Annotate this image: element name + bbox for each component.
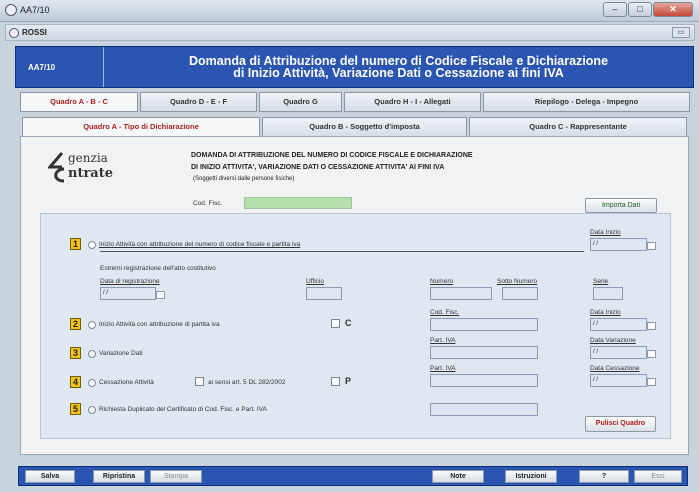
save-button[interactable]: Salva (25, 470, 75, 483)
logo-mark-icon (48, 152, 65, 183)
sottonumero-label: Sotto Numero (497, 278, 538, 285)
instructions-button[interactable]: Istruzioni (505, 470, 557, 483)
doc-subtitle: (Soggetti diversi dalle persone fisiche) (193, 176, 295, 182)
calendar-icon[interactable] (156, 291, 165, 299)
exit-button[interactable]: Esci (634, 470, 682, 483)
section-3-label: Variazione Dati (99, 350, 143, 357)
codfisc-field[interactable] (244, 197, 352, 209)
section-3-radio[interactable] (88, 350, 96, 358)
restore-button[interactable]: Ripristina (93, 470, 145, 483)
section-2-checkbox-label: C (345, 318, 352, 328)
window-titlebar: AA7/10 – □ ✕ (0, 0, 699, 22)
section-2-label: Inizio Attività con attribuzione di part… (99, 321, 220, 328)
section-2-checkbox[interactable] (331, 319, 340, 328)
logo-text-line1: genzia (68, 151, 108, 165)
subtab-quadro-a[interactable]: Quadro A - Tipo di Dichiarazione (22, 117, 260, 137)
section-1-label: Inizio Attività con attribuzione del num… (99, 241, 301, 248)
codfisc-label: Cod. Fisc. (193, 200, 223, 207)
section-4-label: Cessazione Attività (99, 379, 154, 386)
section-4-number: 4 (70, 376, 81, 388)
data-inizio-label: Data Inizio (590, 229, 621, 236)
ufficio-label: Ufficio (306, 278, 324, 285)
section-5-field[interactable] (430, 403, 538, 416)
section-3-date-label: Data Variazione (590, 337, 636, 344)
numero-label: Numero (430, 278, 454, 285)
section-2-codfisc-label: Cod. Fisc. (430, 309, 460, 316)
tab-quadro-g[interactable]: Quadro G (259, 92, 342, 112)
ufficio-field[interactable] (306, 287, 342, 300)
section-1-number: 1 (70, 238, 81, 250)
clear-section-button[interactable]: Pulisci Quadro (585, 416, 656, 432)
section-4-piva-field[interactable] (430, 374, 538, 387)
form-title: Domanda di Attribuzione del numero di Co… (106, 55, 691, 80)
section-4-radio[interactable] (88, 379, 96, 387)
serie-label: Serie (593, 278, 609, 285)
data-registrazione-field[interactable]: / / (100, 287, 165, 300)
section-4-art-label: ai sensi art. 5 DL 282/2002 (208, 379, 286, 386)
calendar-icon[interactable] (647, 378, 656, 386)
inner-app-icon (9, 28, 19, 38)
section-1-divider (100, 251, 584, 252)
section-2-radio[interactable] (88, 321, 96, 329)
help-button[interactable]: ? (579, 470, 629, 483)
calendar-icon[interactable] (647, 242, 656, 250)
data-inizio-field[interactable]: / / (590, 238, 656, 251)
app-icon (5, 4, 17, 16)
section-4-p-label: P (345, 376, 352, 386)
window-title: AA7/10 (20, 5, 50, 15)
section-2-date-label: Data Inizio (590, 309, 621, 316)
maximize-button[interactable]: □ (628, 2, 652, 17)
numero-field[interactable] (430, 287, 492, 300)
doc-title-line2: DI INIZIO ATTIVITA', VARIAZIONE DATI O C… (191, 164, 445, 171)
inner-titlebar: ROSSI ▭ (5, 24, 695, 41)
bottom-toolbar: Salva Ripristina Stampa Note Istruzioni … (18, 466, 688, 486)
section-3-date-field[interactable]: / / (590, 346, 656, 359)
section-4-date-label: Data Cessazione (590, 365, 640, 372)
section-3-piva-field[interactable] (430, 346, 538, 359)
section-5-label: Richiesta Duplicato del Certificato di C… (99, 406, 267, 413)
serie-field[interactable] (593, 287, 623, 300)
calendar-icon[interactable] (647, 350, 656, 358)
section-1-radio[interactable] (88, 241, 96, 249)
tab-riepilogo[interactable]: Riepilogo - Delega - Impegno (483, 92, 690, 112)
inner-restore-button[interactable]: ▭ (672, 27, 690, 38)
subtab-quadro-c[interactable]: Quadro C - Rappresentante (469, 117, 687, 137)
tab-quadro-abc[interactable]: Quadro A - B - C (20, 92, 138, 112)
minimize-button[interactable]: – (603, 2, 627, 17)
sottonumero-field[interactable] (502, 287, 538, 300)
close-button[interactable]: ✕ (653, 2, 693, 17)
section-5-number: 5 (70, 403, 81, 415)
form-title-line2: di Inizio Attività, Variazione Dati o Ce… (233, 66, 564, 80)
import-data-button[interactable]: Importa Dati (585, 198, 657, 213)
section-3-piva-label: Part. IVA (430, 337, 456, 344)
section-2-date-field[interactable]: / / (590, 318, 656, 331)
inner-title: ROSSI (22, 28, 47, 37)
form-code: AA7/10 (16, 47, 104, 87)
section-4-art-checkbox[interactable] (195, 377, 204, 386)
notes-button[interactable]: Note (432, 470, 484, 483)
section-2-number: 2 (70, 318, 81, 330)
section-2-codfisc-field[interactable] (430, 318, 538, 331)
subtab-quadro-b[interactable]: Quadro B - Soggetto d'imposta (262, 117, 467, 137)
section-4-date-field[interactable]: / / (590, 374, 656, 387)
section-5-radio[interactable] (88, 406, 96, 414)
form-header: AA7/10 Domanda di Attribuzione del numer… (15, 46, 694, 88)
tab-quadro-hi[interactable]: Quadro H - I - Allegati (344, 92, 481, 112)
doc-title-line1: DOMANDA DI ATTRIBUZIONE DEL NUMERO DI CO… (191, 152, 473, 159)
section-3-number: 3 (70, 347, 81, 359)
logo-text-line2: ntrate (68, 166, 114, 181)
print-button[interactable]: Stampa (150, 470, 202, 483)
calendar-icon[interactable] (647, 322, 656, 330)
estremi-label: Estremi registrazione dell'atto costitut… (100, 265, 216, 272)
data-registrazione-label: Data di registrazione (100, 278, 160, 285)
tab-quadro-def[interactable]: Quadro D - E - F (140, 92, 257, 112)
section-4-piva-label: Part. IVA (430, 365, 456, 372)
section-4-p-checkbox[interactable] (331, 377, 340, 386)
